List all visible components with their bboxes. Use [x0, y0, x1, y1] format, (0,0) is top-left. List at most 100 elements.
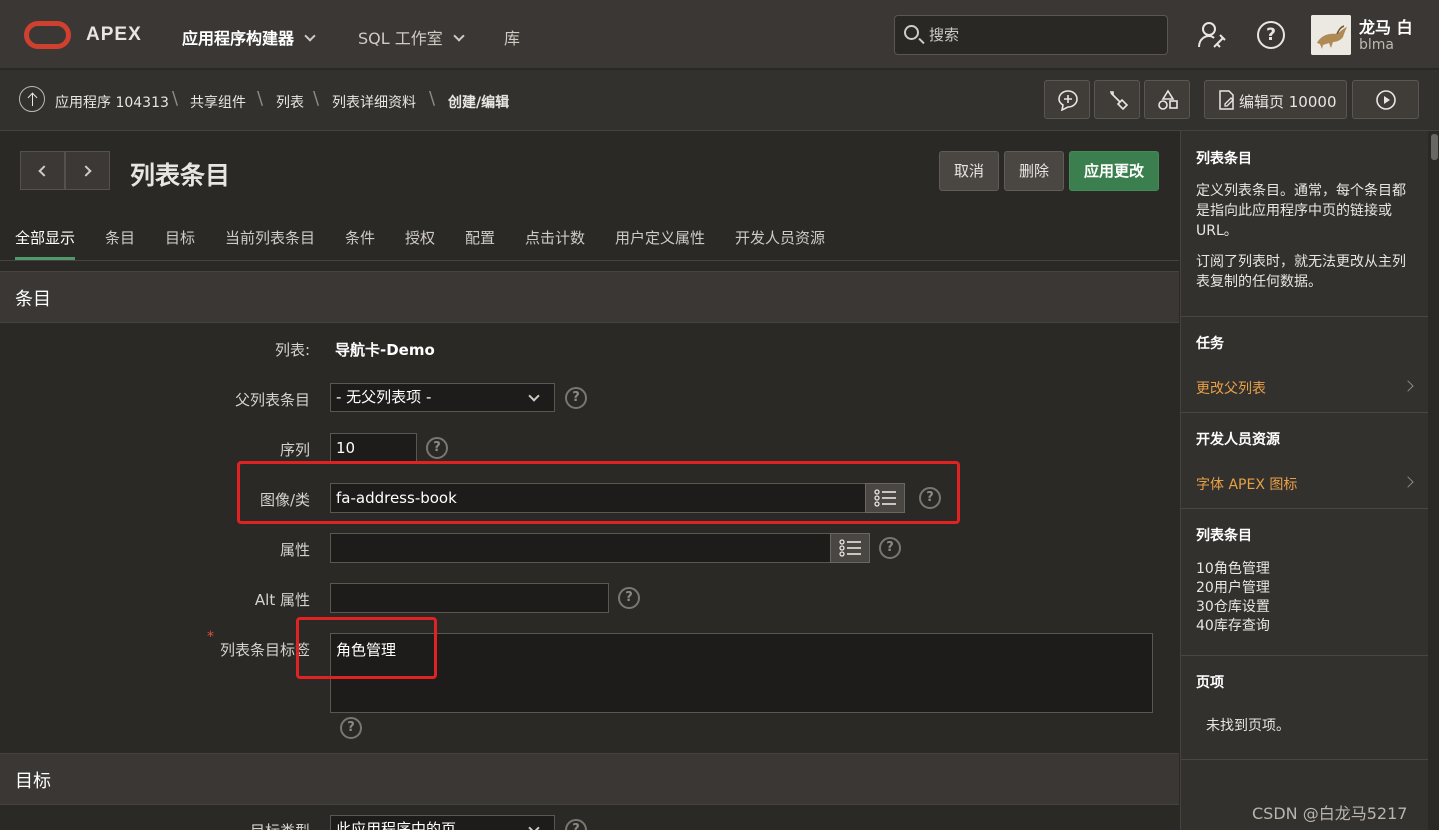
breadcrumb-separator: \: [172, 88, 179, 109]
attributes-input[interactable]: [330, 533, 831, 563]
breadcrumb-list-details[interactable]: 列表详细资料: [332, 92, 416, 112]
sidebar-link-change-parent[interactable]: 更改父列表: [1196, 378, 1266, 398]
tab-authorization[interactable]: 授权: [405, 227, 435, 248]
user-login: blma: [1359, 37, 1394, 53]
breadcrumb-shared-components[interactable]: 共享组件: [190, 92, 246, 112]
chevron-left-icon: [38, 165, 50, 177]
breadcrumb-application[interactable]: 应用程序 104313: [55, 92, 169, 112]
section-target-title: 目标: [15, 771, 51, 792]
nav-app-builder-label: 应用程序构建器: [182, 29, 295, 48]
chevron-right-icon: [1402, 380, 1414, 392]
tab-configuration[interactable]: 配置: [465, 227, 495, 248]
apply-changes-button[interactable]: 应用更改: [1069, 151, 1159, 191]
previous-button[interactable]: [20, 151, 65, 190]
list-item[interactable]: 40库存查询: [1196, 617, 1416, 636]
edit-page-label: 编辑页 10000: [1239, 93, 1337, 111]
nav-sql-workshop-label: SQL 工作室: [358, 29, 443, 48]
parent-entry-select[interactable]: - 无父列表项 -: [330, 383, 555, 412]
scrollbar[interactable]: [1428, 131, 1439, 830]
tab-click-counting[interactable]: 点击计数: [525, 227, 585, 248]
tab-bar: 全部显示 条目 目标 当前列表条目 条件 授权 配置 点击计数 用户定义属性 开…: [0, 216, 1179, 261]
breadcrumb-lists[interactable]: 列表: [276, 92, 304, 112]
search-box[interactable]: [894, 15, 1168, 55]
help-icon[interactable]: ?: [340, 717, 362, 739]
administration-icon[interactable]: [1197, 20, 1227, 50]
attributes-picker-button[interactable]: [830, 533, 870, 563]
section-entry-header[interactable]: 条目: [0, 271, 1179, 323]
entry-label-label: 列表条目标签: [219, 641, 310, 659]
help-icon[interactable]: ?: [879, 537, 901, 559]
help-icon[interactable]: ?: [618, 587, 640, 609]
page-edit-icon: [1219, 90, 1234, 110]
sidebar-tasks-title: 任务: [1196, 336, 1224, 352]
brand-name[interactable]: APEX: [86, 24, 142, 46]
feedback-button[interactable]: [1044, 80, 1090, 119]
oracle-logo-icon[interactable]: [24, 21, 71, 49]
help-icon[interactable]: ?: [1257, 21, 1285, 49]
sidebar-list-entry-title: 列表条目: [1196, 151, 1252, 167]
tab-current-entry[interactable]: 当前列表条目: [225, 227, 315, 248]
list-item[interactable]: 30仓库设置: [1196, 598, 1416, 617]
list-item[interactable]: 20用户管理: [1196, 579, 1416, 598]
nav-app-builder[interactable]: 应用程序构建器: [182, 25, 316, 49]
sidebar-list-entry-note: 订阅了列表时，就无法更改从主列表复制的任何数据。: [1196, 254, 1406, 290]
sidebar-section-dev-resources: 开发人员资源 字体 APEX 图标: [1181, 413, 1429, 509]
section-target-header[interactable]: 目标: [0, 753, 1179, 805]
up-arrow-icon[interactable]: [19, 86, 45, 112]
nav-gallery[interactable]: 库: [504, 25, 520, 49]
parent-entry-value: - 无父列表项 -: [336, 388, 432, 406]
attributes-label: 属性: [279, 541, 310, 559]
entry-label-textarea[interactable]: 角色管理: [330, 633, 1153, 713]
page-title: 列表条目: [130, 161, 231, 190]
chevron-right-icon: [1402, 476, 1414, 488]
tab-user-defined-attributes[interactable]: 用户定义属性: [615, 227, 705, 248]
next-button[interactable]: [65, 151, 110, 190]
shared-components-button[interactable]: [1144, 80, 1190, 119]
tab-developer-resources[interactable]: 开发人员资源: [735, 227, 825, 248]
sequence-input[interactable]: [330, 433, 417, 462]
search-icon: [904, 25, 919, 40]
chevron-down-icon: [528, 822, 540, 830]
help-icon[interactable]: ?: [565, 387, 587, 409]
sidebar-link-font-apex[interactable]: 字体 APEX 图标: [1196, 474, 1297, 494]
tab-conditions[interactable]: 条件: [345, 227, 375, 248]
target-type-select[interactable]: 此应用程序中的页: [330, 815, 555, 830]
top-bar: APEX 应用程序构建器 SQL 工作室 库 ? 龙马 白 blma: [0, 0, 1439, 69]
cancel-button[interactable]: 取消: [939, 151, 999, 191]
section-entry-title: 条目: [15, 289, 51, 310]
breadcrumb-separator: \: [257, 88, 264, 109]
list-item[interactable]: 10角色管理: [1196, 560, 1416, 579]
scrollbar-thumb[interactable]: [1431, 134, 1438, 160]
right-sidebar: 列表条目 定义列表条目。通常，每个条目都是指向此应用程序中页的链接或 URL。 …: [1180, 131, 1429, 830]
user-name[interactable]: 龙马 白: [1359, 14, 1413, 38]
sidebar-section-entries: 列表条目 10角色管理 20用户管理 30仓库设置 40库存查询: [1181, 509, 1429, 656]
nav-sql-workshop[interactable]: SQL 工作室: [358, 25, 465, 49]
list-value: 导航卡-Demo: [335, 341, 435, 359]
parent-entry-label: 父列表条目: [234, 391, 310, 409]
horse-avatar-icon: [1311, 15, 1351, 55]
developer-tools-button[interactable]: [1094, 80, 1140, 119]
chevron-down-icon: [304, 30, 316, 42]
alt-attribute-label: Alt 属性: [254, 591, 310, 609]
shapes-icon: [1158, 89, 1178, 110]
tab-show-all[interactable]: 全部显示: [15, 227, 75, 248]
sidebar-list-entry-description: 定义列表条目。通常，每个条目都是指向此应用程序中页的链接或 URL。: [1196, 183, 1406, 239]
watermark: CSDN @白龙马5217: [1252, 804, 1408, 823]
delete-button[interactable]: 删除: [1004, 151, 1064, 191]
search-input[interactable]: [929, 24, 1149, 46]
sidebar-page-items-title: 页项: [1196, 675, 1224, 691]
run-page-button[interactable]: [1352, 80, 1419, 119]
list-icon: [839, 539, 861, 557]
sidebar-entries-title: 列表条目: [1196, 528, 1252, 544]
avatar[interactable]: [1311, 15, 1351, 55]
active-tab-indicator: [15, 257, 75, 260]
highlight-box-entry-label: [296, 617, 437, 679]
brush-icon: [1110, 91, 1129, 111]
tab-target[interactable]: 目标: [165, 227, 195, 248]
help-icon[interactable]: ?: [426, 437, 448, 459]
edit-page-button[interactable]: 编辑页 10000: [1204, 80, 1347, 119]
tab-entry[interactable]: 条目: [105, 227, 135, 248]
alt-attribute-input[interactable]: [330, 583, 609, 613]
chevron-down-icon: [453, 30, 465, 42]
breadcrumb-current: 创建/编辑: [448, 95, 510, 111]
